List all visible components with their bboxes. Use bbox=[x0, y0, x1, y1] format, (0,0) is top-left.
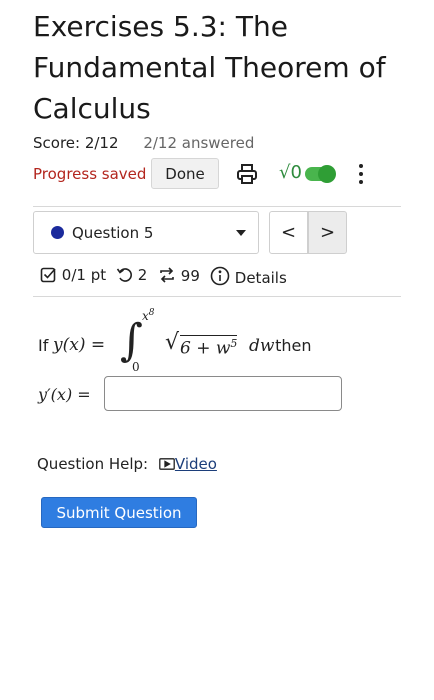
help-label: Question Help: bbox=[37, 455, 149, 473]
info-icon bbox=[210, 266, 230, 286]
lower-limit: 0 bbox=[132, 360, 140, 374]
retries-count: 2 bbox=[137, 266, 148, 284]
more-options-icon[interactable] bbox=[355, 162, 367, 186]
points-text: 0/1 pt bbox=[61, 266, 107, 284]
question-lhs: y(x) = bbox=[53, 335, 106, 355]
divider bbox=[33, 206, 401, 207]
question-suffix: then bbox=[270, 336, 312, 355]
answered-count: 2/12 answered bbox=[143, 134, 255, 152]
divider bbox=[33, 296, 401, 297]
upper-limit: x8 bbox=[142, 308, 155, 323]
video-link[interactable]: Video bbox=[159, 455, 217, 473]
next-question-button[interactable]: > bbox=[308, 211, 347, 254]
points-indicator: 0/1 pt bbox=[40, 266, 106, 284]
undo-icon bbox=[116, 268, 132, 282]
radicand: 6 + w5 bbox=[180, 335, 238, 359]
submit-question-button[interactable]: Submit Question bbox=[41, 497, 197, 528]
done-button[interactable]: Done bbox=[151, 158, 219, 189]
attempts-indicator: 99 bbox=[158, 266, 200, 285]
answer-input[interactable] bbox=[104, 376, 342, 411]
repeat-icon bbox=[160, 267, 174, 283]
radical-sign: √ bbox=[165, 330, 180, 355]
print-icon[interactable] bbox=[236, 163, 258, 185]
integral-sign: ∫ bbox=[120, 315, 143, 366]
question-select[interactable]: Question 5 bbox=[33, 211, 259, 254]
checkbox-icon bbox=[40, 267, 56, 283]
attempts-count: 99 bbox=[180, 267, 200, 285]
score-text: Score: 2/12 bbox=[33, 134, 119, 152]
question-status-dot bbox=[51, 226, 64, 239]
caret-down-icon bbox=[236, 230, 246, 236]
details-label: Details bbox=[234, 269, 287, 287]
question-prefix: If bbox=[38, 336, 49, 355]
play-icon bbox=[159, 458, 175, 470]
question-select-label: Question 5 bbox=[72, 224, 154, 242]
answer-label: y′(x) = bbox=[38, 385, 91, 404]
score-row: Score: 2/12 2/12 answered bbox=[33, 134, 254, 152]
retries-indicator: 2 bbox=[116, 266, 147, 284]
question-help: Question Help: Video bbox=[37, 455, 217, 473]
details-button[interactable]: Details bbox=[210, 266, 287, 287]
status-toolbar: Progress saved Done √0 bbox=[33, 158, 413, 190]
math-entry-icon[interactable]: √0 bbox=[279, 162, 302, 183]
page-title: Exercises 5.3: The Fundamental Theorem o… bbox=[33, 10, 386, 125]
video-link-label: Video bbox=[174, 455, 217, 473]
previous-question-button[interactable]: < bbox=[269, 211, 308, 254]
math-entry-toggle[interactable] bbox=[305, 165, 336, 183]
progress-status: Progress saved bbox=[33, 165, 147, 183]
